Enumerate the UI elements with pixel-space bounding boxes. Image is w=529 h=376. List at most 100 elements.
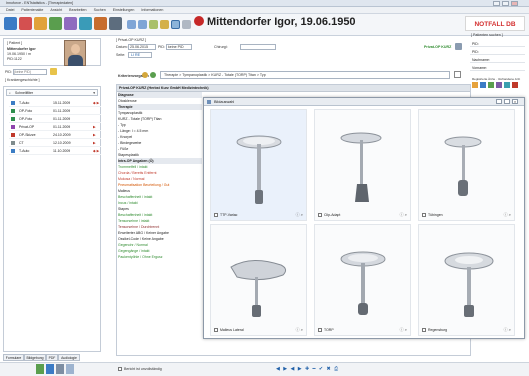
tab-audiologie[interactable]: Audiologie	[58, 354, 80, 361]
info-icon[interactable]: ⓘ	[400, 212, 404, 217]
history-row[interactable]: T-Auto 11.10.2009 ◆ ▶	[9, 147, 101, 155]
settings-icon[interactable]	[109, 17, 122, 30]
maximize-icon[interactable]	[504, 99, 510, 104]
save-icon[interactable]	[504, 82, 510, 88]
image-select-icon[interactable]	[171, 20, 180, 29]
window-titlebar: Innoforce - ENTstatistics - [Therapiedat…	[0, 0, 529, 7]
mail-icon[interactable]	[496, 82, 502, 88]
history-row[interactable]: OP-Foto 01.11.2009	[9, 115, 101, 123]
zoom-icon[interactable]: ⌕	[509, 212, 511, 217]
gallery-checkbox[interactable]	[422, 328, 426, 332]
seite-toggle[interactable]: LI RE	[128, 52, 152, 58]
delete-icon[interactable]	[512, 82, 518, 88]
quick-filter[interactable]: ⌕ Schnellfilter ▾	[6, 89, 98, 96]
history-row[interactable]: OP-Foto 01.11.2009	[9, 107, 101, 115]
entry-type: OP-Foto	[19, 117, 33, 121]
folder-icon[interactable]	[34, 17, 47, 30]
menu-suchen[interactable]: Suchen	[94, 8, 106, 12]
minimize-icon[interactable]	[496, 99, 502, 104]
search-field[interactable]: Nachname:	[470, 57, 525, 63]
info-icon[interactable]: ⓘ	[296, 327, 300, 332]
zoom-icon[interactable]: ⌕	[301, 212, 303, 217]
menu-einstellungen[interactable]: Einstellungen	[113, 8, 135, 12]
tab-bildgebung[interactable]: Bildgebung	[24, 354, 46, 361]
chevron-down-icon[interactable]: ▾	[93, 90, 95, 96]
person-icon[interactable]	[36, 364, 44, 374]
notfall-badge[interactable]: NOTFALL DB	[465, 16, 525, 31]
zoom-icon[interactable]: ⌕	[301, 327, 303, 332]
info-icon[interactable]: ⓘ	[296, 212, 300, 217]
zoom-icon[interactable]: ⌕	[509, 327, 511, 332]
user-icon[interactable]	[480, 82, 486, 88]
gallery-checkbox[interactable]	[422, 213, 426, 217]
calendar-icon[interactable]	[454, 71, 461, 78]
menu-ansicht[interactable]: Ansicht	[50, 8, 62, 12]
gallery-checkbox[interactable]	[318, 328, 322, 332]
nav-back-icon[interactable]	[127, 20, 136, 29]
doc-icon[interactable]	[488, 82, 494, 88]
gallery-item[interactable]: Malleus Lateral ⓘ ⌕	[210, 224, 307, 336]
gallery-checkbox[interactable]	[318, 213, 322, 217]
key-icon[interactable]	[50, 68, 57, 75]
info-icon[interactable]: ⓘ	[504, 327, 508, 332]
nav-forward-icon[interactable]	[138, 20, 147, 29]
menu-bearbeiten[interactable]: Bearbeiten	[69, 8, 86, 12]
maximize-icon[interactable]	[502, 1, 509, 6]
prosthesis-image	[236, 135, 282, 204]
warning-icon[interactable]	[472, 82, 478, 88]
gallery-item[interactable]: TORP ⓘ ⌕	[314, 224, 411, 336]
form-pid-input[interactable]: keine PID	[166, 44, 192, 50]
gallery-icon[interactable]	[64, 17, 77, 30]
right-toolbar	[472, 82, 526, 90]
zoom-icon[interactable]: ⌕	[405, 327, 407, 332]
edit-icon[interactable]	[455, 43, 462, 50]
search-field[interactable]: Vorname:	[470, 65, 525, 71]
chirurg-select[interactable]	[240, 44, 276, 50]
record-navigation[interactable]: ◀ ▶ ◀ ▶ ✚ ━ ✔ ✖ ⎙	[276, 366, 339, 372]
refresh-icon[interactable]	[149, 20, 158, 29]
history-row[interactable]: Privat-OP 01.11.2009 ▶	[9, 123, 101, 131]
gallery-item[interactable]: Tübingen ⓘ ⌕	[418, 109, 515, 221]
history-row[interactable]: T-Auto 15.11.2009 ◆ ▶	[9, 99, 101, 107]
lock-icon[interactable]	[160, 20, 169, 29]
gallery-item[interactable]: Clip-Adapt ⓘ ⌕	[314, 109, 411, 221]
patient-icon[interactable]	[4, 17, 17, 30]
print-icon[interactable]	[79, 17, 92, 30]
info-icon[interactable]: ⓘ	[504, 212, 508, 217]
search-field[interactable]: PID:	[470, 41, 525, 47]
datum-input[interactable]: 25.06.2015	[128, 44, 156, 50]
add-icon[interactable]	[150, 72, 156, 78]
history-row[interactable]: CT 12.10.2009 ▶	[9, 139, 101, 147]
gallery-item[interactable]: Regensburg ⓘ ⌕	[418, 224, 515, 336]
window-icon[interactable]	[66, 364, 74, 374]
tab-pdf[interactable]: PDF	[46, 354, 58, 361]
close-icon[interactable]	[511, 1, 518, 6]
info-icon[interactable]: ⓘ	[400, 327, 404, 332]
history-row[interactable]: OP-Skizze 24.10.2009 ▶	[9, 131, 101, 139]
menu-datei[interactable]: Datei	[6, 8, 14, 12]
menu-patientenakte[interactable]: Patientenakte	[21, 8, 43, 12]
settings-small-icon[interactable]	[142, 72, 148, 78]
menu-informationen[interactable]: Informationen	[141, 8, 163, 12]
breadcrumb[interactable]: Therapie > Tympanoplastik > KURZ - Total…	[160, 71, 450, 79]
close-icon[interactable]: ×	[512, 99, 518, 104]
record-icon[interactable]	[19, 17, 32, 30]
entry-date: 11.10.2009	[53, 149, 71, 153]
history-label: [ Krankengeschichte ]	[5, 78, 40, 82]
gallery-checkbox[interactable]	[214, 328, 218, 332]
search-field[interactable]: PID:	[470, 49, 525, 55]
zoom-icon[interactable]: ⌕	[405, 212, 407, 217]
report-icon[interactable]	[49, 17, 62, 30]
gallery-checkbox[interactable]	[214, 213, 218, 217]
tree-item[interactable]: Paukentyöhle / Ohne Ergusz	[118, 254, 208, 260]
table-icon[interactable]	[56, 364, 64, 374]
gallery-item[interactable]: TTP-Variac ⓘ ⌕	[210, 109, 307, 221]
export-icon[interactable]	[94, 17, 107, 30]
pid-input[interactable]	[13, 69, 47, 75]
incomplete-checkbox[interactable]	[118, 367, 122, 371]
status-bar: Bericht ist unvollständig ◀ ▶ ◀ ▶ ✚ ━ ✔ …	[0, 362, 529, 376]
monitor-icon[interactable]	[182, 20, 191, 29]
tab-formulare[interactable]: Formulare	[3, 354, 24, 361]
chart-icon[interactable]	[46, 364, 54, 374]
minimize-icon[interactable]	[493, 1, 500, 6]
